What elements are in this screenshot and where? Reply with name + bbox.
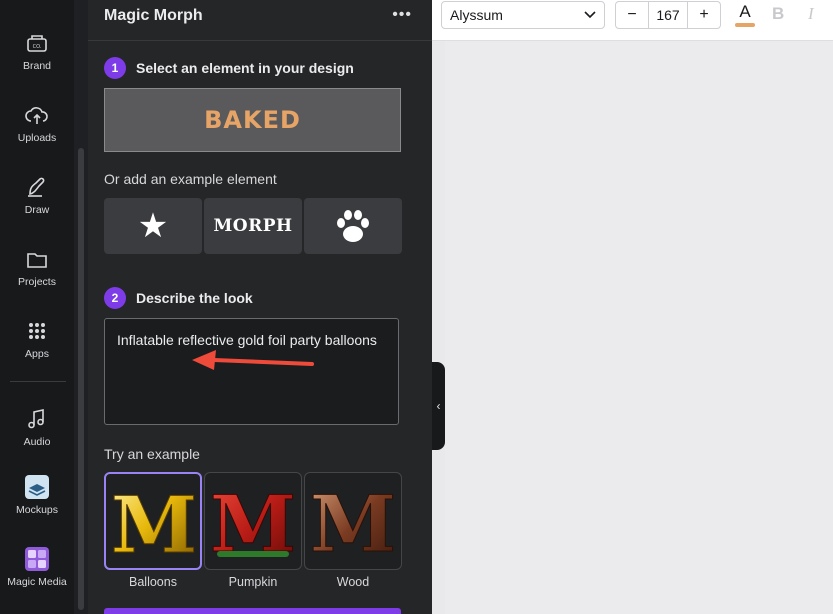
rail-scrollbar[interactable]: [74, 0, 88, 614]
example-styles: M M M Balloons Pumpkin Wood: [104, 472, 404, 589]
text-color-button[interactable]: A: [732, 2, 758, 28]
text-color-swatch: [735, 23, 755, 27]
svg-text:CO.: CO.: [33, 44, 42, 50]
rail-item-apps[interactable]: Apps: [0, 318, 74, 360]
example-label-pumpkin: Pumpkin: [228, 575, 278, 589]
example-paw-button[interactable]: [304, 198, 402, 254]
rail-divider: [10, 381, 66, 382]
rail-label-mockups: Mockups: [15, 504, 58, 516]
apps-grid-icon: [29, 323, 45, 339]
font-family-dropdown[interactable]: Alyssum: [441, 1, 605, 29]
description-text: Inflatable reflective gold foil party ba…: [117, 332, 377, 348]
increase-font-size-button[interactable]: +: [688, 2, 720, 28]
rail-label-apps: Apps: [25, 348, 49, 360]
font-size-input[interactable]: 167: [648, 2, 688, 28]
rail-item-magic-media[interactable]: Magic Media: [0, 546, 74, 588]
bold-button[interactable]: B: [772, 4, 784, 24]
pumpkin-m-thumbnail: M: [209, 479, 296, 566]
step-1-label: Select an element in your design: [136, 60, 354, 76]
rail-item-draw[interactable]: Draw: [0, 174, 74, 216]
step-2-label: Describe the look: [136, 290, 253, 306]
rail-label-magic-media: Magic Media: [7, 576, 67, 588]
example-style-pumpkin[interactable]: M: [204, 472, 302, 570]
collapse-panel-button[interactable]: ‹: [432, 362, 445, 450]
rail-item-mockups[interactable]: Mockups: [0, 474, 74, 516]
rail-label-draw: Draw: [24, 204, 50, 216]
or-add-example-label: Or add an example element: [104, 171, 277, 187]
example-elements: ★ MORPH: [104, 198, 404, 254]
red-arrow-annotation: [192, 350, 314, 370]
star-icon: ★: [137, 207, 169, 245]
font-family-value: Alyssum: [450, 7, 503, 23]
example-label-balloons: Balloons: [129, 575, 177, 589]
mockups-icon: [25, 475, 49, 499]
text-toolbar: Alyssum − 167 + A B I: [432, 0, 833, 41]
example-morph-text: MORPH: [213, 216, 293, 236]
example-label-wood: Wood: [336, 575, 370, 589]
rail-label-audio: Audio: [23, 436, 51, 448]
left-rail: CO. Brand Uploads Draw Projects Apps Aud…: [0, 0, 74, 614]
chevron-down-icon: [584, 11, 596, 19]
panel-header: Magic Morph •••: [88, 0, 432, 41]
panel-title: Magic Morph: [104, 7, 203, 24]
draw-pen-icon: [28, 177, 45, 197]
scrollbar-thumb[interactable]: [78, 148, 84, 610]
font-size-stepper: − 167 +: [615, 1, 721, 29]
example-style-wood[interactable]: M: [304, 472, 402, 570]
paw-icon: [337, 210, 369, 242]
example-style-balloons[interactable]: M: [104, 472, 202, 570]
example-morph-button[interactable]: MORPH: [204, 198, 302, 254]
wood-m-thumbnail: M: [309, 479, 396, 566]
generate-button[interactable]: [104, 608, 401, 614]
step-1: 1 Select an element in your design: [104, 57, 354, 79]
music-note-icon: [28, 409, 44, 429]
brand-icon: CO.: [27, 35, 47, 52]
try-example-label: Try an example: [104, 446, 200, 462]
selected-element-text: BAKED: [204, 106, 301, 134]
folder-icon: [27, 253, 47, 268]
decrease-font-size-button[interactable]: −: [616, 2, 648, 28]
rail-label-projects: Projects: [18, 276, 56, 288]
text-color-glyph: A: [739, 2, 751, 21]
rail-label-uploads: Uploads: [17, 132, 57, 144]
step-2-badge: 2: [104, 287, 126, 309]
selected-element-preview[interactable]: BAKED: [104, 88, 401, 152]
design-canvas-area[interactable]: [445, 41, 833, 614]
step-2: 2 Describe the look: [104, 287, 253, 309]
rail-label-brand: Brand: [22, 60, 52, 72]
example-star-button[interactable]: ★: [104, 198, 202, 254]
italic-button[interactable]: I: [808, 4, 814, 24]
step-1-badge: 1: [104, 57, 126, 79]
svg-text:M: M: [111, 480, 197, 566]
rail-item-brand[interactable]: CO. Brand: [0, 30, 74, 72]
magic-media-icon: [25, 547, 49, 571]
svg-text:M: M: [310, 479, 396, 565]
upload-cloud-icon: [25, 107, 48, 124]
rail-item-projects[interactable]: Projects: [0, 246, 74, 288]
rail-item-uploads[interactable]: Uploads: [0, 102, 74, 144]
magic-morph-panel: Magic Morph ••• 1 Select an element in y…: [88, 0, 432, 614]
rail-item-audio[interactable]: Audio: [0, 406, 74, 448]
balloons-m-thumbnail: M: [110, 480, 197, 567]
more-options-button[interactable]: •••: [392, 6, 412, 24]
